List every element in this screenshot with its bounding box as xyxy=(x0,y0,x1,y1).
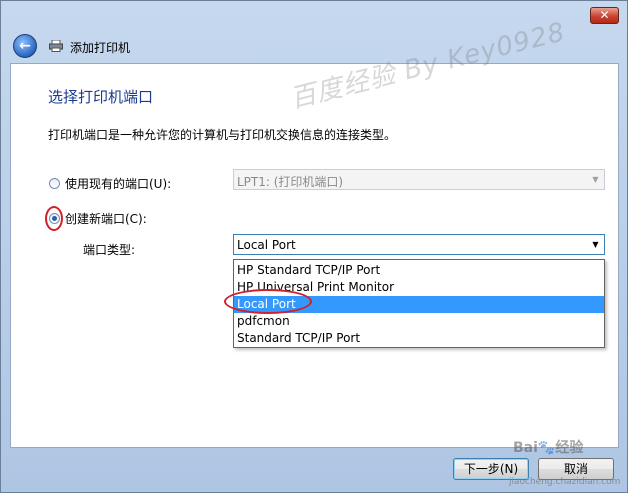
existing-port-label[interactable]: 使用现有的端口(U): xyxy=(65,175,171,192)
existing-port-select[interactable]: LPT1: (打印机端口) ▼ xyxy=(233,169,605,190)
cancel-button[interactable]: 取消 xyxy=(538,458,614,480)
dropdown-option-selected[interactable]: Local Port xyxy=(234,296,604,313)
dropdown-option[interactable]: HP Standard TCP/IP Port xyxy=(234,262,604,279)
port-type-value: Local Port xyxy=(237,238,296,252)
window-title: 添加打印机 xyxy=(70,41,131,55)
existing-port-value: LPT1: (打印机端口) xyxy=(237,175,344,189)
new-port-radio[interactable] xyxy=(49,213,60,224)
wizard-content: 选择打印机端口 打印机端口是一种允许您的计算机与打印机交换信息的连接类型。 使用… xyxy=(10,63,619,448)
radio-selected-dot xyxy=(52,216,57,221)
add-printer-window: ✕ ← 添加打印机 选择打印机端口 打印机端口是一种允许您的计算机与打印机交换信… xyxy=(0,0,628,493)
dropdown-option[interactable]: HP Universal Print Monitor xyxy=(234,279,604,296)
close-button[interactable]: ✕ xyxy=(590,7,619,24)
page-description: 打印机端口是一种允许您的计算机与打印机交换信息的连接类型。 xyxy=(48,128,397,142)
port-type-select[interactable]: Local Port ▼ xyxy=(233,234,605,255)
page-title: 选择打印机端口 xyxy=(48,88,154,106)
title-bar[interactable]: ✕ xyxy=(1,1,627,31)
chevron-down-icon: ▼ xyxy=(592,240,599,249)
port-type-label: 端口类型: xyxy=(83,243,136,257)
dropdown-option[interactable]: pdfcmon xyxy=(234,313,604,330)
printer-icon xyxy=(49,40,63,52)
close-icon: ✕ xyxy=(599,8,610,22)
back-arrow-icon: ← xyxy=(19,38,31,54)
next-button[interactable]: 下一步(N) xyxy=(453,458,529,480)
existing-port-radio[interactable] xyxy=(49,178,60,189)
new-port-label[interactable]: 创建新端口(C): xyxy=(65,210,147,227)
port-type-dropdown-list: HP Standard TCP/IP Port HP Universal Pri… xyxy=(233,259,605,348)
navigation-bar: ← 添加打印机 xyxy=(1,31,627,63)
chevron-down-icon: ▼ xyxy=(592,175,599,184)
dropdown-option[interactable]: Standard TCP/IP Port xyxy=(234,330,604,347)
back-button[interactable]: ← xyxy=(13,34,37,58)
